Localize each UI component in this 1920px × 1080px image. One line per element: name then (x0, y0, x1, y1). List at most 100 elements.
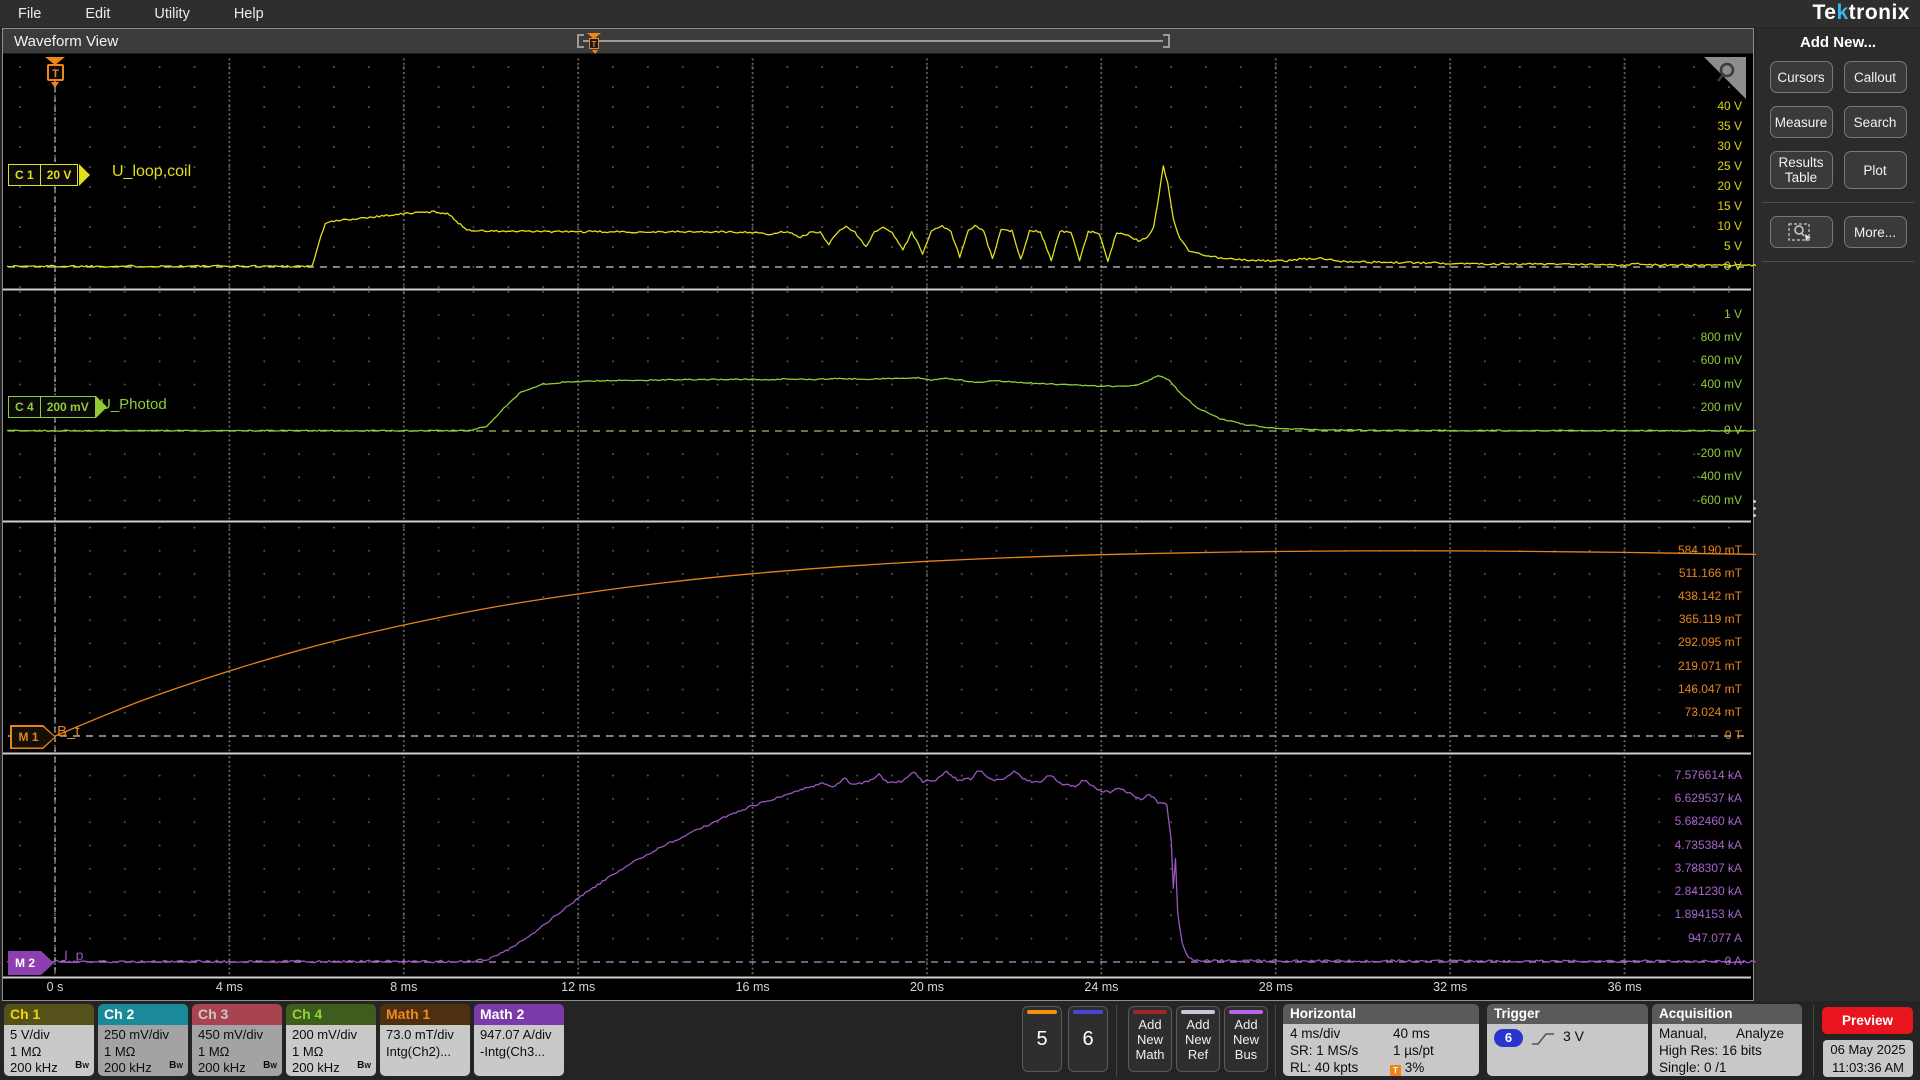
math2-settings-badge[interactable]: Math 2 947.07 A/div-Intg(Ch3...BW (474, 1004, 564, 1076)
bandwidth-limit-icon: BW (169, 1059, 183, 1071)
x-axis-tick-label: 4 ms (215, 980, 243, 994)
ruler-left-bracket[interactable] (577, 34, 584, 48)
acquisition-analyze: Analyze (1736, 1026, 1785, 1041)
horizontal-panel[interactable]: Horizontal 4 ms/div 40 ms SR: 1 MS/s 1 µ… (1283, 1004, 1479, 1076)
x-axis-tick-label: 8 ms (390, 980, 418, 994)
y-axis-tick-label: 5.682460 kA (1674, 814, 1742, 829)
ch5-color-stripe (1027, 1010, 1057, 1014)
y-axis-tick-label: 2.841230 kA (1674, 884, 1742, 899)
ch1-settings-badge[interactable]: Ch 1 5 V/div 1 MΩ 200 kHz BW (4, 1004, 94, 1076)
datetime-display[interactable]: 06 May 2025 11:03:36 AM (1823, 1040, 1913, 1077)
ch6-color-stripe (1073, 1010, 1103, 1014)
measure-button[interactable]: Measure (1769, 106, 1833, 138)
y-axis-tick-label: 800 mV (1700, 330, 1742, 345)
timebase-ruler[interactable] (583, 40, 1163, 42)
menu-bar: File Edit Utility Help (0, 0, 1920, 27)
trace-label-uloopcoil[interactable]: U_loop,coil (112, 163, 191, 181)
y-axis-tick-label: 200 mV (1700, 399, 1742, 414)
y-axis-tick-label: 1.894153 kA (1674, 907, 1742, 922)
ch5-button[interactable]: 5 (1022, 1006, 1062, 1072)
y-axis-tick-label: 292.095 mT (1677, 635, 1742, 650)
y-axis-tick-label: -400 mV (1696, 469, 1742, 484)
y-axis-tick-label: 438.142 mT (1677, 589, 1742, 604)
ch4-settings-badge[interactable]: Ch 4 200 mV/div 1 MΩ 200 kHz BW (286, 1004, 376, 1076)
trigger-flag-icon: T (1390, 1065, 1401, 1076)
bandwidth-limit-icon: BW (263, 1059, 277, 1071)
ch6-button-label: 6 (1082, 1027, 1094, 1050)
more-button[interactable]: More... (1843, 216, 1907, 248)
menu-file[interactable]: File (18, 6, 41, 22)
ch2-settings-badge[interactable]: Ch 2 250 mV/div 1 MΩ 200 kHz BW (98, 1004, 188, 1076)
date-text: 06 May 2025 (1830, 1042, 1906, 1057)
acquisition-panel[interactable]: Acquisition Manual, Analyze High Res: 16… (1652, 1004, 1802, 1076)
x-axis-tick-label: 24 ms (1084, 980, 1119, 994)
trigger-tail-icon (51, 82, 59, 88)
trigger-source-badge: 6 (1494, 1029, 1523, 1047)
add-new-header: Add New... (1799, 34, 1877, 51)
x-axis-tick-label: 12 ms (561, 980, 596, 994)
menu-edit[interactable]: Edit (85, 6, 110, 22)
menu-help[interactable]: Help (234, 6, 264, 22)
math1-settings-title: Math 1 (380, 1004, 470, 1025)
trigger-panel[interactable]: Trigger 6 3 V (1487, 1004, 1648, 1076)
horizontal-panel-title: Horizontal (1283, 1004, 1479, 1024)
y-axis-tick-label: 30 V (1717, 139, 1742, 153)
add-new-ref-button[interactable]: Add New Ref (1176, 1006, 1220, 1072)
trace-label-bt[interactable]: B_t (57, 723, 80, 740)
search-button[interactable]: Search (1843, 106, 1907, 138)
preview-button[interactable]: Preview (1822, 1007, 1913, 1034)
y-axis-tick-label: 0 V (1723, 423, 1742, 437)
trace-label-ip[interactable]: I_p (64, 947, 83, 963)
add-new-math-label: Add New Math (1135, 1016, 1165, 1062)
ch4-badge-scale: 200 mV (46, 400, 89, 414)
x-axis-tick-label: 36 ms (1607, 980, 1642, 994)
add-new-bus-button[interactable]: Add New Bus (1224, 1006, 1268, 1072)
oscilloscope-screen: File Edit Utility Help Tektronix Wavefor… (0, 0, 1920, 1080)
acquisition-single: Single: 0 /1 (1659, 1060, 1727, 1075)
add-new-ref-label: Add New Ref (1184, 1016, 1211, 1062)
add-new-math-button[interactable]: Add New Math (1128, 1006, 1172, 1072)
time-text: 11:03:36 AM (1831, 1060, 1905, 1075)
ch4-scale-badge[interactable]: C 4 200 mV (8, 396, 96, 418)
side-panel: Add New... Cursors Callout Measure Searc… (1756, 28, 1920, 1001)
math1-settings-badge[interactable]: Math 1 73.0 mT/divIntg(Ch2)...BW (380, 1004, 470, 1076)
bandwidth-limit-icon: BW (75, 1059, 89, 1071)
y-axis-tick-label: 10 V (1717, 219, 1742, 233)
panel-separator (1762, 202, 1914, 203)
magnifier-icon[interactable] (1714, 60, 1740, 86)
horizontal-sample-rate: SR: 1 MS/s (1290, 1043, 1359, 1058)
y-axis-tick-label: 15 V (1717, 199, 1742, 213)
x-axis-tick-label: 32 ms (1433, 980, 1468, 994)
y-axis-tick-label: 3.788307 kA (1674, 860, 1742, 875)
x-axis-tick-label: 16 ms (735, 980, 770, 994)
ch1-badge-scale: 20 V (46, 168, 72, 182)
callout-button[interactable]: Callout (1843, 61, 1907, 93)
ch1-scale-badge[interactable]: C 1 20 V (8, 164, 79, 186)
ch4-badge-name: C 4 (9, 397, 41, 417)
acquisition-mode: Manual, (1659, 1026, 1708, 1041)
y-axis-tick-label: 365.119 mT (1678, 612, 1742, 627)
ref-color-stripe (1181, 1010, 1215, 1014)
plot-button[interactable]: Plot (1843, 151, 1907, 189)
ch4-scale: 200 mV/div (292, 1027, 358, 1042)
ruler-trigger-t-icon[interactable]: T (589, 38, 599, 49)
tektronix-logo: Tektronix (1812, 1, 1910, 24)
horizontal-scale: 4 ms/div (1290, 1026, 1341, 1041)
y-axis-tick-label: -600 mV (1696, 492, 1742, 507)
horizontal-trigger-pos: T 3% (1390, 1059, 1424, 1076)
ch2-settings-title: Ch 2 (98, 1004, 188, 1025)
ch3-settings-badge[interactable]: Ch 3 450 mV/div 1 MΩ 200 kHz BW (192, 1004, 282, 1076)
cursors-button[interactable]: Cursors (1769, 61, 1833, 93)
ch6-button[interactable]: 6 (1068, 1006, 1108, 1072)
results-table-button[interactable]: Results Table (1769, 151, 1833, 189)
ruler-right-bracket[interactable] (1163, 34, 1170, 48)
trigger-t-icon[interactable]: T (47, 64, 64, 81)
horizontal-resolution: 1 µs/pt (1393, 1043, 1434, 1058)
y-axis-tick-label: -200 mV (1696, 446, 1742, 461)
zoom-mode-button[interactable] (1769, 216, 1833, 248)
trace-label-uphotod[interactable]: U_Photod (100, 396, 167, 413)
menu-utility[interactable]: Utility (154, 6, 189, 22)
y-axis-tick-label: 146.047 mT (1677, 681, 1742, 696)
x-axis-tick-label: 20 ms (909, 980, 945, 994)
zoom-box-icon (1788, 223, 1811, 242)
